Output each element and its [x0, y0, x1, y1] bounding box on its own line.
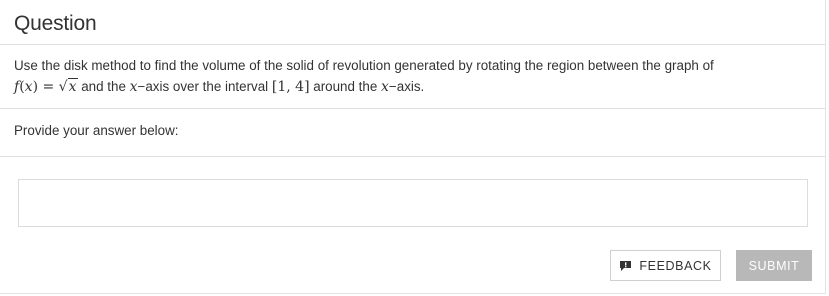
interval-expression: [1, 4]	[271, 79, 310, 95]
feedback-button[interactable]: FEEDBACK	[610, 250, 721, 281]
sqrt-expression: √x	[58, 78, 78, 95]
answer-input[interactable]	[18, 179, 808, 227]
text-and-the: and the	[77, 79, 130, 94]
sqrt-argument: x	[67, 78, 78, 95]
question-text: Use the disk method to find the volume o…	[14, 55, 804, 98]
page-title: Question	[14, 12, 97, 35]
equals-sign: =	[42, 79, 55, 95]
function-expression: f(x) = √x	[14, 78, 78, 95]
x-variable: x	[129, 79, 138, 95]
answer-prompt: Provide your answer below:	[14, 123, 179, 138]
divider	[0, 156, 825, 157]
speech-bubble-alert-icon	[619, 260, 632, 271]
x-variable-2: x	[381, 79, 389, 95]
divider	[0, 44, 825, 45]
text-axis-interval: −axis over the interval	[137, 79, 272, 94]
text-around-the: around the	[309, 79, 382, 94]
function-variable: x	[24, 79, 33, 95]
feedback-label: FEEDBACK	[639, 258, 712, 273]
divider	[0, 108, 825, 109]
question-card: Question Use the disk method to find the…	[0, 0, 826, 294]
submit-label: SUBMIT	[748, 258, 800, 273]
submit-button[interactable]: SUBMIT	[736, 250, 812, 281]
text-axis-end: −axis.	[388, 79, 425, 94]
question-line-1: Use the disk method to find the volume o…	[14, 58, 714, 73]
